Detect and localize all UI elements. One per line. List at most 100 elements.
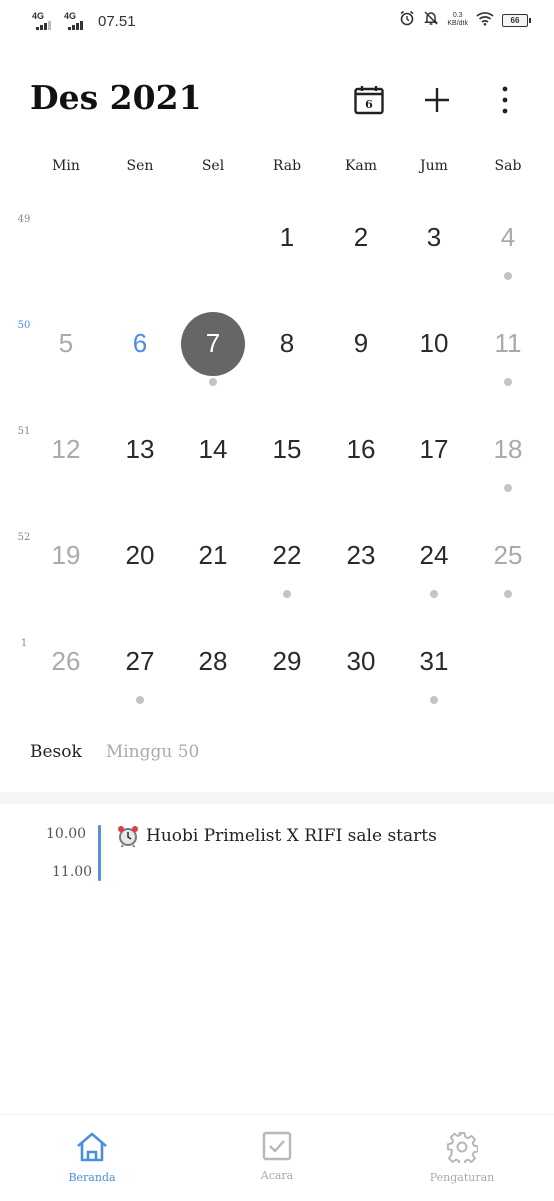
day-cell[interactable]: 1 — [252, 208, 322, 298]
day-cell[interactable]: 7 — [178, 312, 248, 404]
day-number: 27 — [125, 646, 155, 676]
event-start-time: 10.00 — [46, 826, 87, 842]
day-cell[interactable]: 15 — [252, 420, 322, 510]
event-color-bar — [98, 825, 101, 881]
nav-home-label: Beranda — [68, 1171, 116, 1184]
day-cell[interactable]: 6 — [105, 314, 175, 404]
signal-1-icon: 4G — [32, 11, 56, 30]
status-bar-right: 0.3 KB/dtk 66 — [399, 10, 531, 30]
day-cell[interactable]: 26 — [31, 632, 101, 722]
signal-1-label: 4G — [32, 11, 45, 21]
network-speed-value: 0.3 — [452, 12, 463, 19]
nav-settings[interactable]: Pengaturan — [402, 1131, 522, 1184]
day-cell[interactable]: 22 — [252, 526, 322, 616]
calendar-header: Des 2021 6 — [0, 70, 554, 130]
day-number: 10 — [419, 328, 449, 358]
go-to-today-button[interactable]: 6 — [349, 80, 389, 120]
checkbox-icon — [262, 1131, 292, 1161]
day-cell[interactable]: 5 — [31, 314, 101, 404]
event-indicator-dot — [504, 272, 512, 280]
day-number: 29 — [272, 646, 302, 676]
tab-week[interactable]: Minggu 50 — [106, 742, 200, 762]
event-item[interactable]: 10.00 11.00 Huobi Primelist X RIFI sale … — [0, 820, 554, 890]
day-cell[interactable]: 23 — [326, 526, 396, 616]
day-cell[interactable]: 2 — [326, 208, 396, 298]
day-number: 5 — [58, 328, 74, 358]
day-cell[interactable]: 27 — [105, 632, 175, 722]
nav-settings-label: Pengaturan — [429, 1171, 495, 1184]
signal-2-icon: 4G — [64, 11, 88, 30]
day-number: 12 — [51, 434, 81, 464]
add-event-button[interactable] — [417, 80, 457, 120]
section-divider — [0, 792, 554, 804]
status-bar-left: 4G 4G 07.51 — [32, 11, 136, 30]
status-time: 07.51 — [98, 12, 136, 30]
tab-tomorrow[interactable]: Besok — [30, 742, 82, 762]
event-indicator-dot — [504, 590, 512, 598]
today-icon-day: 6 — [365, 98, 373, 111]
nav-events[interactable]: Acara — [217, 1131, 337, 1182]
day-cell[interactable]: 18 — [473, 420, 543, 510]
event-title: Huobi Primelist X RIFI sale starts — [146, 826, 437, 846]
battery-icon: 66 — [502, 13, 531, 27]
day-cell[interactable]: 9 — [326, 314, 396, 404]
day-cell[interactable]: 31 — [399, 632, 469, 722]
mute-notification-icon — [423, 10, 439, 30]
day-cell[interactable]: 12 — [31, 420, 101, 510]
event-indicator-dot — [283, 590, 291, 598]
day-cell[interactable]: 3 — [399, 208, 469, 298]
day-number: 11 — [494, 328, 522, 358]
event-indicator-dot — [504, 484, 512, 492]
day-number: 22 — [272, 540, 302, 570]
day-cell[interactable]: 19 — [31, 526, 101, 616]
day-cell[interactable]: 13 — [105, 420, 175, 510]
day-number: 7 — [205, 328, 221, 358]
day-cell[interactable]: 29 — [252, 632, 322, 722]
event-indicator-dot — [430, 590, 438, 598]
weekday-label: Sel — [201, 158, 225, 174]
weekday-row: Min Sen Sel Rab Kam Jum Sab — [0, 158, 554, 182]
weekday-label: Jum — [420, 158, 448, 174]
day-cell[interactable]: 30 — [326, 632, 396, 722]
day-number: 26 — [51, 646, 81, 676]
day-cell[interactable]: 14 — [178, 420, 248, 510]
day-number: 30 — [346, 646, 376, 676]
day-number: 23 — [346, 540, 376, 570]
bottom-nav: Beranda Acara Pengaturan — [0, 1114, 554, 1201]
day-number: 25 — [493, 540, 523, 570]
day-cell[interactable]: 16 — [326, 420, 396, 510]
day-number: 19 — [51, 540, 81, 570]
event-indicator-dot — [209, 378, 217, 386]
day-number: 18 — [493, 434, 523, 464]
network-speed-unit: KB/dtk — [447, 20, 468, 27]
day-number: 20 — [125, 540, 155, 570]
alarm-icon — [399, 10, 415, 30]
day-number: 24 — [419, 540, 449, 570]
day-cell[interactable]: 17 — [399, 420, 469, 510]
more-options-button[interactable] — [485, 80, 525, 120]
day-number: 17 — [419, 434, 449, 464]
day-number: 1 — [279, 222, 295, 252]
calendar-today-icon: 6 — [354, 86, 384, 115]
weekday-label: Kam — [344, 158, 378, 174]
day-cell[interactable]: 4 — [473, 208, 543, 298]
day-number: 4 — [500, 222, 516, 252]
day-number: 13 — [125, 434, 155, 464]
nav-home[interactable]: Beranda — [32, 1131, 152, 1184]
day-cell[interactable]: 24 — [399, 526, 469, 616]
more-vertical-icon — [502, 86, 508, 114]
day-number: 28 — [198, 646, 228, 676]
day-cell[interactable]: 21 — [178, 526, 248, 616]
day-cell[interactable]: 28 — [178, 632, 248, 722]
day-cell[interactable]: 25 — [473, 526, 543, 616]
month-title[interactable]: Des 2021 — [30, 78, 202, 117]
day-cell[interactable]: 8 — [252, 314, 322, 404]
day-number: 31 — [419, 646, 449, 676]
day-cell[interactable]: 10 — [399, 314, 469, 404]
wifi-icon — [476, 11, 494, 30]
weekday-label: Sen — [126, 158, 154, 174]
weekday-label: Rab — [272, 158, 302, 174]
day-cell[interactable]: 11 — [473, 314, 543, 404]
gear-icon — [446, 1132, 478, 1163]
day-cell[interactable]: 20 — [105, 526, 175, 616]
